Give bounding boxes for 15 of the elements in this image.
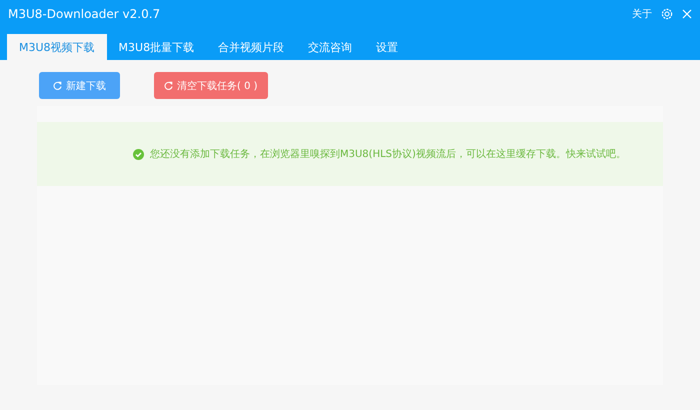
about-link[interactable]: 关于: [632, 7, 652, 21]
clear-tasks-button[interactable]: 清空下载任务( 0 ): [154, 72, 268, 99]
refresh-icon: [164, 81, 173, 90]
tab[interactable]: M3U8视频下载: [7, 34, 107, 60]
window-title: M3U8-Downloader v2.0.7: [8, 7, 160, 21]
notice-text: 您还没有添加下载任务，在浏览器里嗅探到M3U8(HLS协议)视频流后，可以在这里缓存下载。快来试试吧。: [150, 148, 626, 161]
refresh-icon: [53, 81, 62, 90]
tab[interactable]: 合并视频片段: [206, 34, 296, 60]
settings-icon[interactable]: [661, 8, 673, 20]
check-circle-icon: [133, 148, 144, 160]
new-download-button[interactable]: 新建下载: [39, 72, 120, 99]
tab[interactable]: M3U8批量下载: [106, 34, 206, 60]
tab[interactable]: 交流咨询: [296, 34, 364, 60]
tab[interactable]: 设置: [364, 34, 410, 60]
close-icon[interactable]: [682, 9, 692, 19]
